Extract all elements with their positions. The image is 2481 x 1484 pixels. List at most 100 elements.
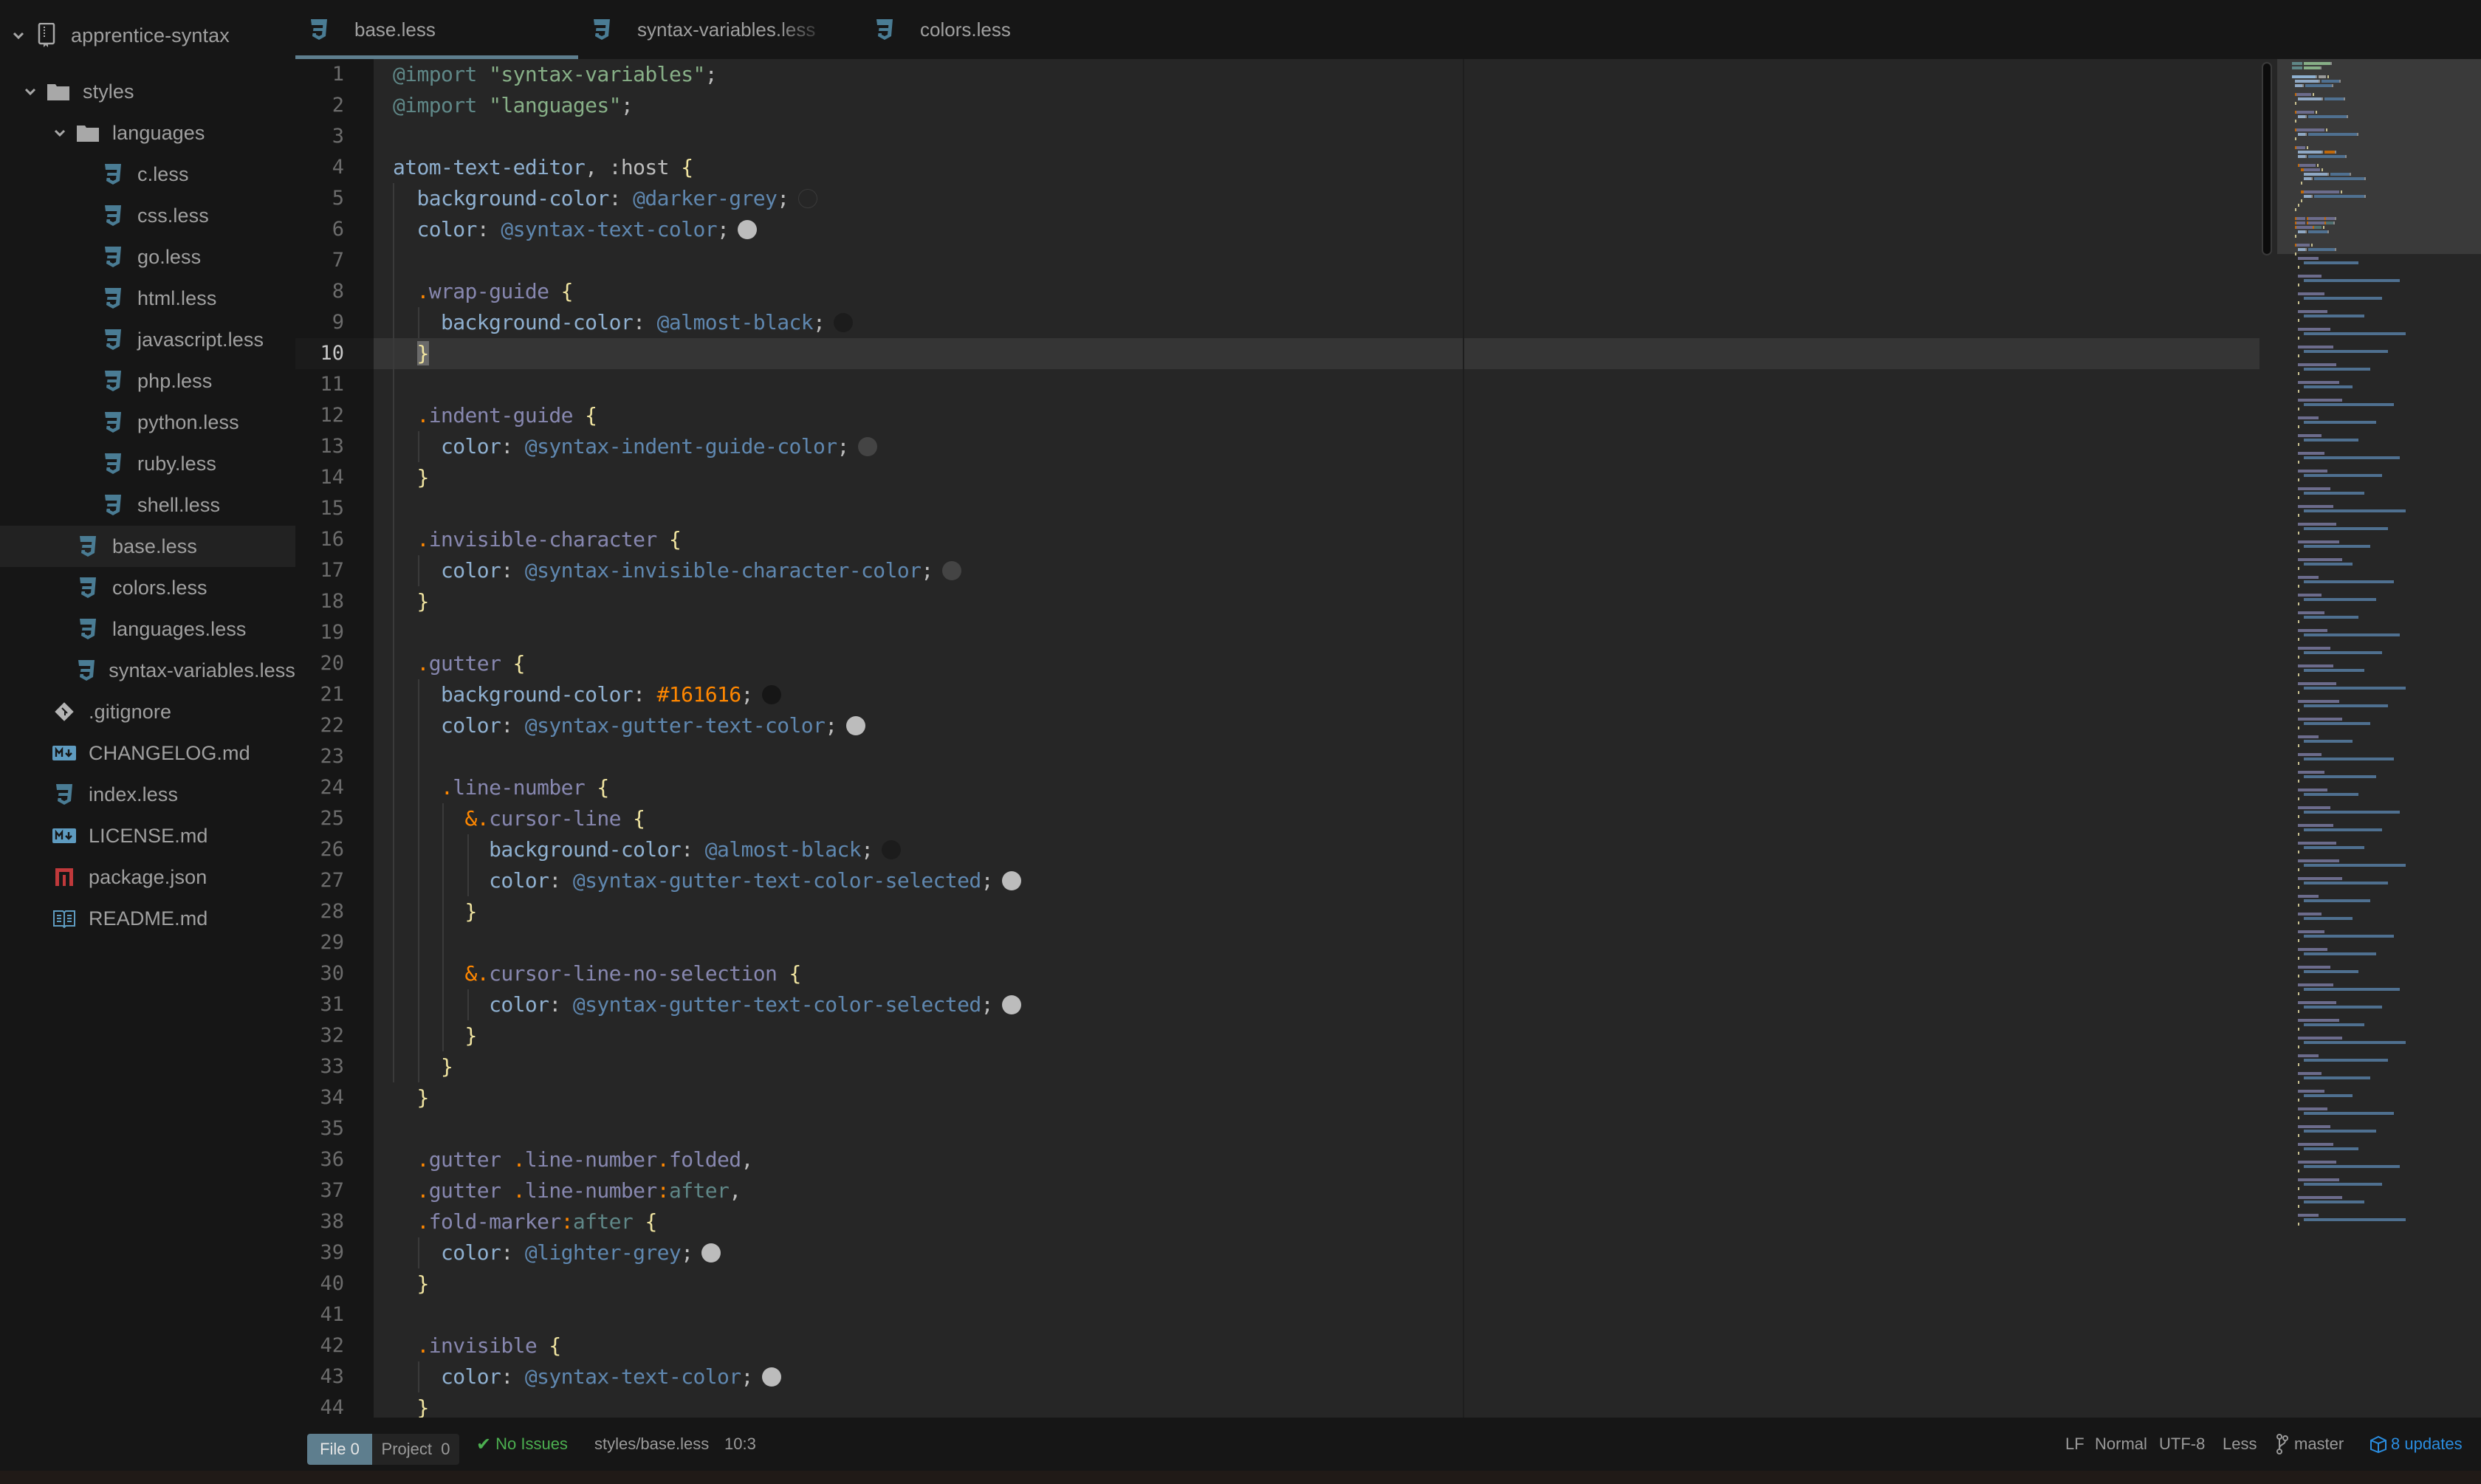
- line-number[interactable]: 9: [295, 307, 374, 338]
- line-number[interactable]: 26: [295, 834, 374, 865]
- git-branch[interactable]: master: [2276, 1418, 2344, 1471]
- line-number[interactable]: 11: [295, 369, 374, 400]
- line-number[interactable]: 2: [295, 90, 374, 121]
- minimap-token: [2298, 354, 2299, 357]
- line-number[interactable]: 25: [295, 803, 374, 834]
- line-number[interactable]: 37: [295, 1175, 374, 1206]
- text-editor[interactable]: 1 2 3 4 5 6 7 8 9 10 11 12 13 14 15 16 17 18 19 20 21 22 23 24 2…: [295, 59, 2481, 1418]
- line-number[interactable]: 31: [295, 989, 374, 1020]
- linter-file-tab[interactable]: File 0: [307, 1434, 372, 1465]
- code-token: :: [501, 1364, 525, 1389]
- tree-file[interactable]: index.less: [0, 774, 295, 815]
- line-number[interactable]: 27: [295, 865, 374, 896]
- line-number[interactable]: 16: [295, 524, 374, 555]
- line-number[interactable]: 13: [295, 431, 374, 462]
- minimap-token: [2298, 1205, 2299, 1208]
- less-file-icon: [75, 575, 100, 600]
- line-number[interactable]: 41: [295, 1299, 374, 1330]
- line-number[interactable]: 19: [295, 617, 374, 648]
- line-number[interactable]: 1: [295, 59, 374, 90]
- indent-guide: [417, 307, 419, 338]
- code-token: @darker-grey: [633, 186, 778, 210]
- minimap-token: [2304, 1200, 2364, 1203]
- line-number[interactable]: 17: [295, 555, 374, 586]
- line-number[interactable]: 32: [295, 1020, 374, 1051]
- encoding[interactable]: UTF-8: [2159, 1418, 2205, 1471]
- tab-syntax-variables-less[interactable]: syntax-variables.less: [578, 0, 861, 59]
- minimap[interactable]: [2259, 59, 2481, 1418]
- tree-file[interactable]: syntax-variables.less: [0, 650, 295, 691]
- cursor-position[interactable]: 10:3: [724, 1418, 756, 1471]
- line-number[interactable]: 7: [295, 245, 374, 276]
- tree-file[interactable]: go.less: [0, 236, 295, 278]
- tree-folder[interactable]: languages: [0, 112, 295, 154]
- minimap-token: [2298, 682, 2336, 685]
- tab-base-less[interactable]: base.less: [295, 0, 578, 59]
- tree-file[interactable]: CHANGELOG.md: [0, 732, 295, 774]
- line-number[interactable]: 29: [295, 927, 374, 958]
- line-number[interactable]: 35: [295, 1113, 374, 1144]
- minimap-token: [2298, 540, 2339, 543]
- vim-mode[interactable]: Normal: [2095, 1418, 2147, 1471]
- code-area[interactable]: @import "syntax-variables"; @import "lang…: [374, 59, 2481, 1418]
- tree-file[interactable]: LICENSE.md: [0, 815, 295, 856]
- tree-folder[interactable]: styles: [0, 71, 295, 112]
- tree-file[interactable]: ruby.less: [0, 443, 295, 484]
- linter-status[interactable]: ✔ No Issues: [476, 1418, 568, 1471]
- tree-file[interactable]: html.less: [0, 278, 295, 319]
- line-number[interactable]: 28: [295, 896, 374, 927]
- line-number[interactable]: 5: [295, 183, 374, 214]
- line-ending[interactable]: LF: [2065, 1418, 2084, 1471]
- chevron-down-icon[interactable]: [10, 31, 27, 40]
- line-number[interactable]: 10: [295, 338, 374, 369]
- line-number[interactable]: 15: [295, 493, 374, 524]
- line-number[interactable]: 22: [295, 710, 374, 741]
- tree-file[interactable]: colors.less: [0, 567, 295, 608]
- line-number[interactable]: 24: [295, 772, 374, 803]
- code-token: .: [512, 1178, 526, 1203]
- line-number[interactable]: 4: [295, 152, 374, 183]
- minimap-token: [2298, 151, 2322, 154]
- line-number-gutter[interactable]: 1 2 3 4 5 6 7 8 9 10 11 12 13 14 15 16 17 18 19 20 21 22 23 24 2…: [295, 59, 374, 1418]
- chevron-down-icon[interactable]: [52, 128, 68, 137]
- package-updates[interactable]: 8 updates: [2369, 1418, 2463, 1471]
- grammar[interactable]: Less: [2223, 1418, 2257, 1471]
- line-number[interactable]: 6: [295, 214, 374, 245]
- line-number[interactable]: 3: [295, 121, 374, 152]
- line-number[interactable]: 12: [295, 400, 374, 431]
- tree-file[interactable]: .gitignore: [0, 691, 295, 732]
- line-number[interactable]: 34: [295, 1082, 374, 1113]
- line-number[interactable]: 44: [295, 1392, 374, 1418]
- line-number[interactable]: 33: [295, 1051, 374, 1082]
- chevron-down-icon[interactable]: [22, 87, 38, 96]
- line-number[interactable]: 42: [295, 1330, 374, 1361]
- tree-file[interactable]: base.less: [0, 526, 295, 567]
- tree-file[interactable]: shell.less: [0, 484, 295, 526]
- tree-item-label: styles: [83, 80, 134, 103]
- tree-file[interactable]: javascript.less: [0, 319, 295, 360]
- line-number[interactable]: 40: [295, 1268, 374, 1299]
- line-number[interactable]: 36: [295, 1144, 374, 1175]
- line-number[interactable]: 18: [295, 586, 374, 617]
- line-number[interactable]: 14: [295, 462, 374, 493]
- line-number[interactable]: 20: [295, 648, 374, 679]
- line-number[interactable]: 30: [295, 958, 374, 989]
- tab-colors-less[interactable]: colors.less: [861, 0, 1144, 59]
- tree-file[interactable]: php.less: [0, 360, 295, 402]
- line-number[interactable]: 38: [295, 1206, 374, 1237]
- line-number[interactable]: 21: [295, 679, 374, 710]
- line-number[interactable]: 39: [295, 1237, 374, 1268]
- tree-file[interactable]: python.less: [0, 402, 295, 443]
- tree-file[interactable]: package.json: [0, 856, 295, 898]
- tree-folder[interactable]: apprentice-syntax: [0, 15, 295, 56]
- tree-file[interactable]: languages.less: [0, 608, 295, 650]
- file-path[interactable]: styles/base.less: [594, 1418, 709, 1471]
- line-number[interactable]: 43: [295, 1361, 374, 1392]
- line-number[interactable]: 23: [295, 741, 374, 772]
- tree-file[interactable]: css.less: [0, 195, 295, 236]
- tree-file[interactable]: c.less: [0, 154, 295, 195]
- line-number[interactable]: 8: [295, 276, 374, 307]
- tree-file[interactable]: README.md: [0, 898, 295, 939]
- scrollbar-thumb[interactable]: [2262, 62, 2272, 255]
- linter-project-tab[interactable]: Project 0: [372, 1434, 459, 1465]
